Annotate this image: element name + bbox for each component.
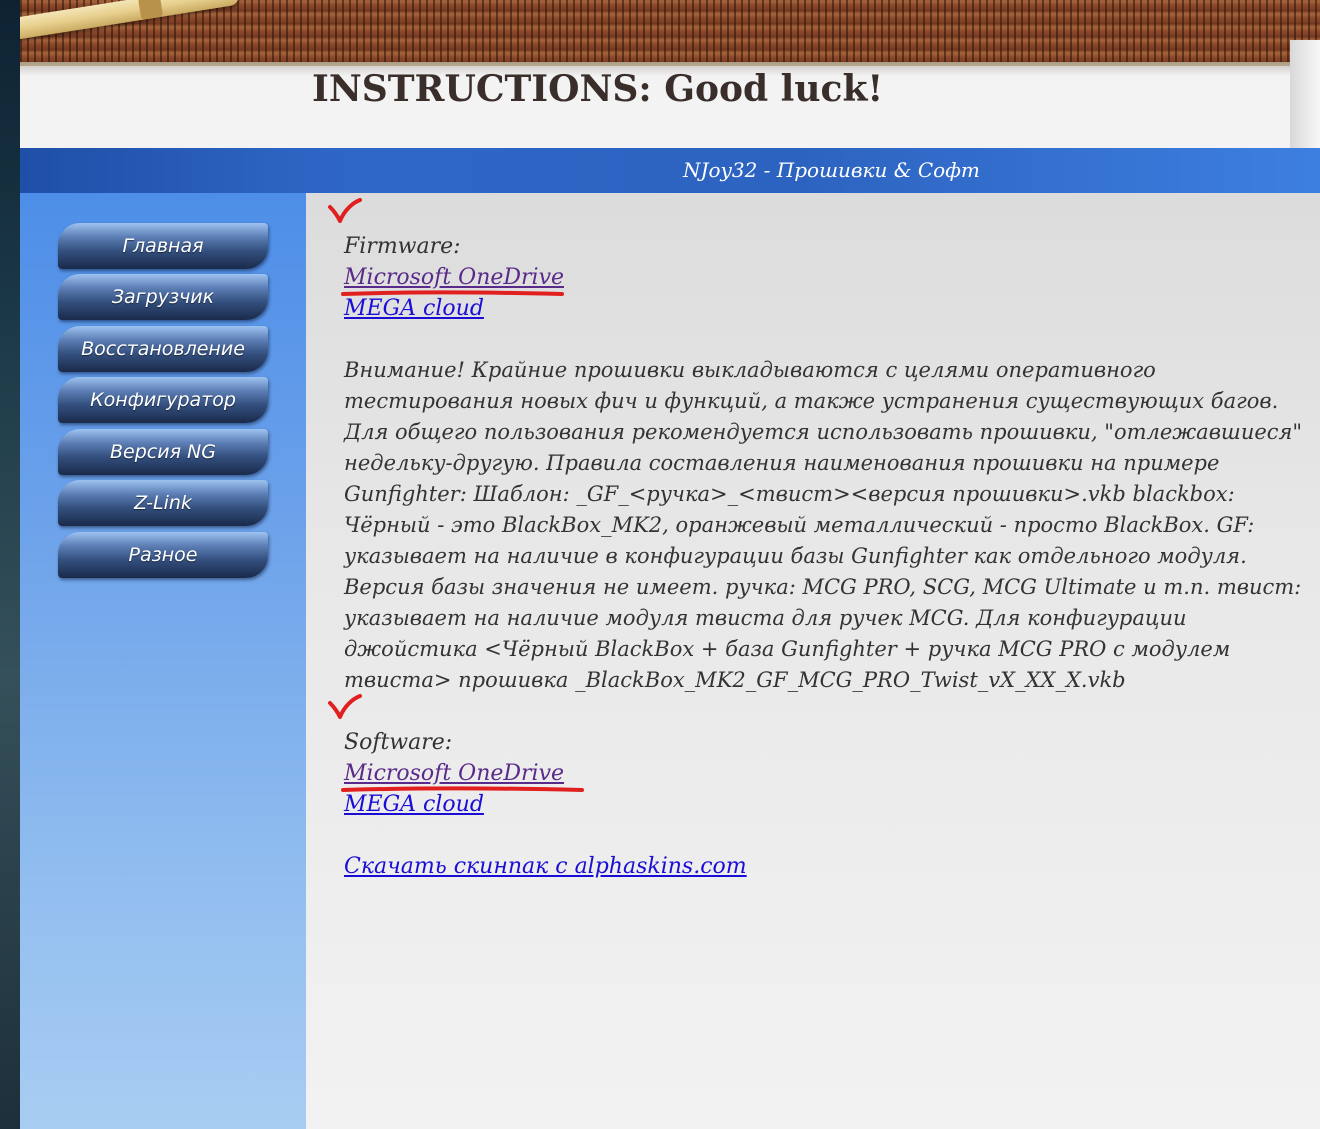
- sidebar-item-z-link[interactable]: Z-Link: [58, 480, 268, 526]
- header-bar: NJoy32 - Прошивки & Софт: [20, 148, 1320, 193]
- page: INSTRUCTIONS: Good luck! NJoy32 - Прошив…: [0, 0, 1320, 1129]
- site-title: NJoy32 - Прошивки & Софт: [683, 158, 980, 182]
- firmware-onedrive-link[interactable]: Microsoft OneDrive: [344, 265, 564, 290]
- banner-paper-fold: [1290, 40, 1320, 148]
- software-mega-link[interactable]: MEGA cloud: [344, 792, 484, 817]
- firmware-heading: Firmware:: [344, 234, 461, 259]
- sidebar-item-recovery[interactable]: Восстановление: [58, 326, 268, 372]
- sidebar: Главная Загрузчик Восстановление Конфигу…: [20, 193, 306, 1129]
- firmware-mega-row: MEGA cloud: [344, 293, 484, 324]
- stick-knot: [137, 0, 164, 20]
- firmware-notice-text: Внимание! Крайние прошивки выкладываются…: [344, 358, 1303, 692]
- red-checkmark-icon: [328, 694, 362, 719]
- window-left-edge: [0, 0, 20, 1129]
- firmware-mega-link[interactable]: MEGA cloud: [344, 296, 484, 321]
- software-mega-row: MEGA cloud: [344, 789, 484, 820]
- skinpack-download-link[interactable]: Скачать скинпак с alphaskins.com: [344, 854, 747, 879]
- software-onedrive-row: Microsoft OneDrive: [344, 758, 564, 789]
- sidebar-item-bootloader[interactable]: Загрузчик: [58, 274, 268, 320]
- sidebar-item-configurator[interactable]: Конфигуратор: [58, 377, 268, 423]
- banner-title: INSTRUCTIONS: Good luck!: [312, 68, 884, 110]
- sidebar-item-version-ng[interactable]: Версия NG: [58, 429, 268, 475]
- red-checkmark-icon: [328, 198, 362, 223]
- banner: INSTRUCTIONS: Good luck!: [20, 0, 1320, 148]
- skinpack-row: Скачать скинпак с alphaskins.com: [344, 851, 747, 882]
- software-heading: Software:: [344, 730, 453, 755]
- main-content: Firmware: Microsoft OneDrive MEGA cloud …: [306, 193, 1320, 1129]
- header-bar-fade: [20, 148, 310, 193]
- sidebar-item-home[interactable]: Главная: [58, 223, 268, 269]
- software-onedrive-link[interactable]: Microsoft OneDrive: [344, 761, 564, 786]
- banner-mat-image: [20, 0, 1320, 66]
- firmware-onedrive-row: Microsoft OneDrive: [344, 262, 564, 293]
- sidebar-item-misc[interactable]: Разное: [58, 532, 268, 578]
